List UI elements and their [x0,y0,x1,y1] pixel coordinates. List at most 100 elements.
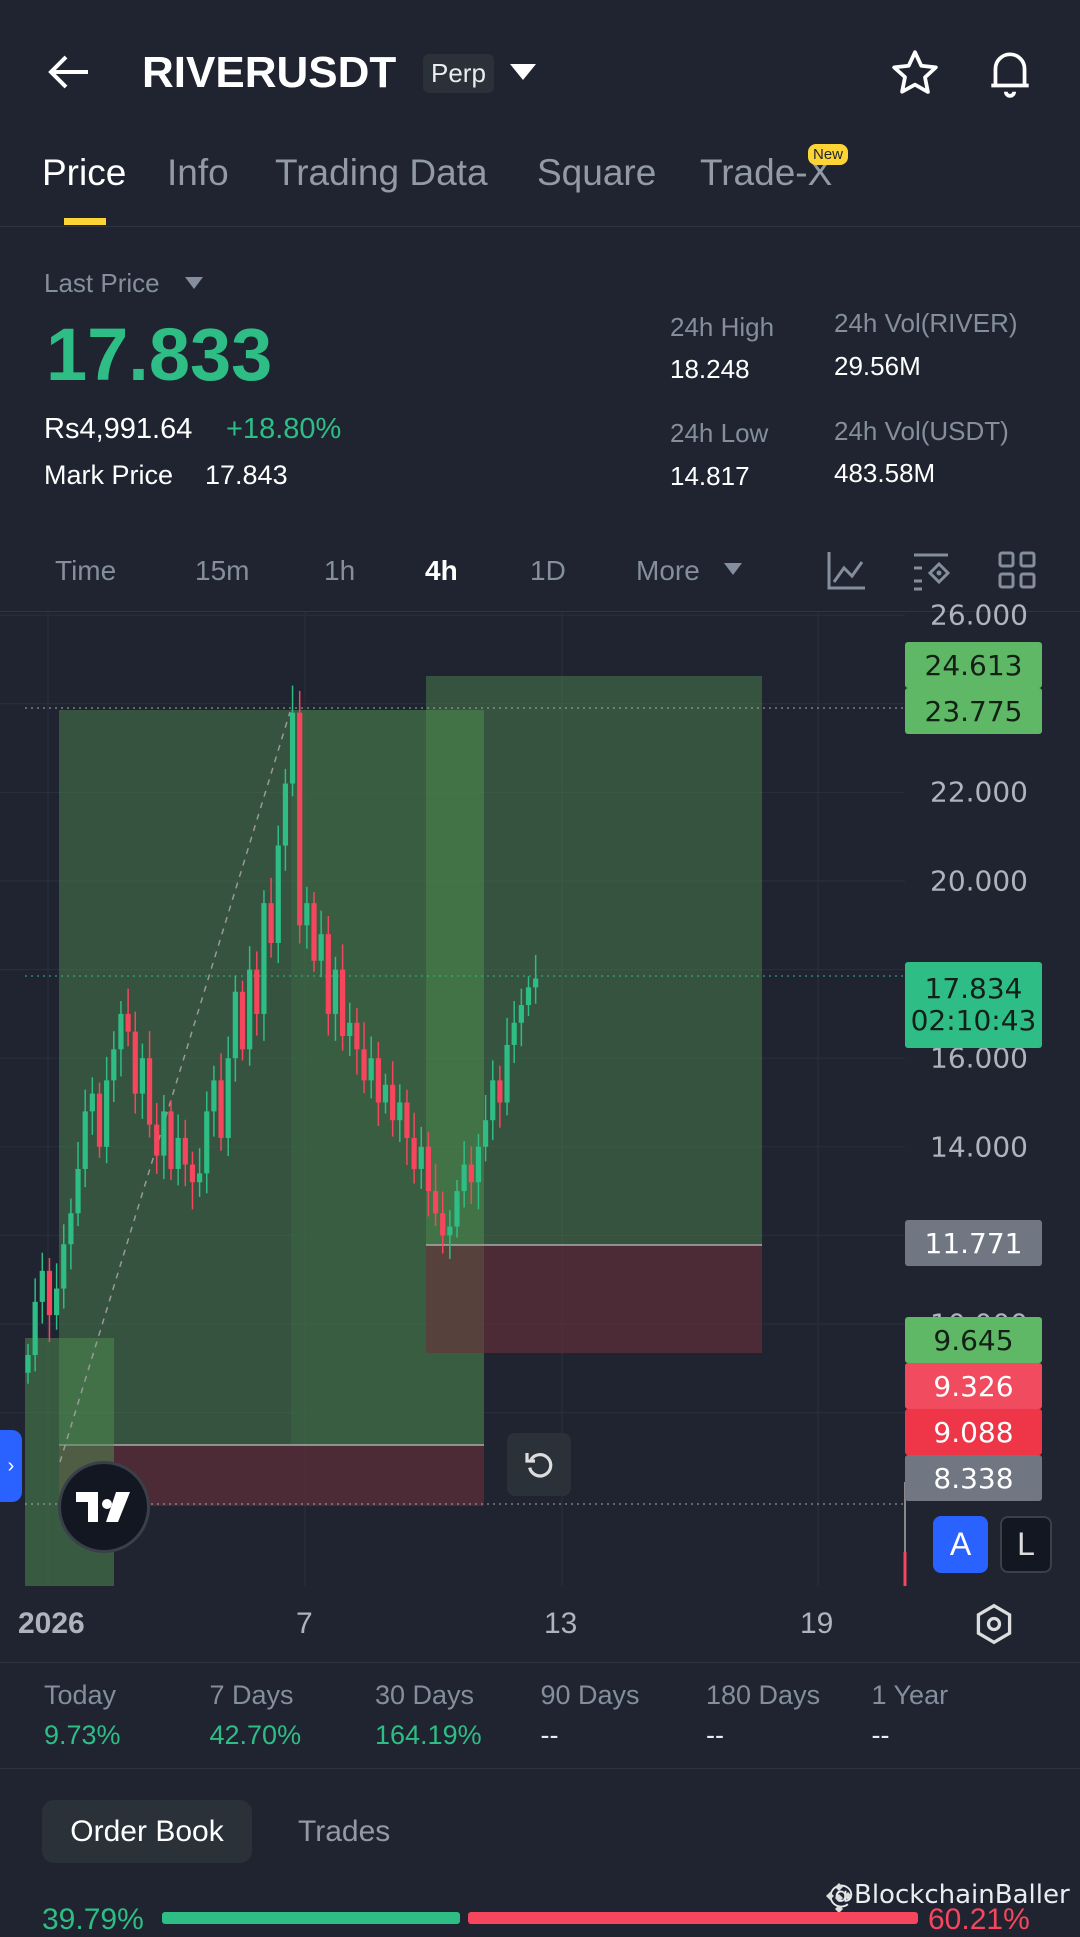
timeframe-15m[interactable]: 15m [195,555,249,587]
x-tick: 2026 [18,1607,85,1640]
candle-body [139,1058,145,1094]
performance-label: 1 Year [871,1680,949,1710]
timeframe-1h[interactable]: 1h [324,555,355,587]
symbol-dropdown-icon[interactable] [510,64,536,82]
ask-percentage: 60.21% [928,1903,1030,1936]
last-price-label[interactable]: Last Price [44,268,160,299]
candle-body [411,1137,417,1169]
candle-body [239,991,246,1050]
timeframe-4h[interactable]: 4h [425,555,458,587]
tradingview-logo [58,1461,150,1553]
favorite-star-icon[interactable] [890,48,940,98]
tab-trading-data[interactable]: Trading Data [275,152,488,194]
log-scale-button[interactable]: L [1000,1516,1052,1573]
candle-body [146,1058,153,1125]
candlestick-chart[interactable]: 26.00022.00020.00016.00014.00010.000 24.… [0,599,1080,1586]
price-type-dropdown-icon[interactable] [185,277,203,290]
low-label: 24h Low [670,418,769,448]
candle-body [96,1093,103,1147]
candle-body [332,969,339,1014]
bid-percentage: 39.79% [42,1903,144,1936]
timeframe-time[interactable]: Time [55,555,116,587]
tab-square[interactable]: Square [537,152,656,194]
high-label: 24h High [670,312,775,342]
candle-body [361,1049,367,1081]
candle-body [68,1213,74,1245]
candle-body [318,934,324,961]
candle-body [132,1031,138,1094]
candle-countdown: 02:10:43 [910,1004,1037,1037]
timeframe-1d[interactable]: 1D [530,555,566,587]
y-tick: 20.000 [930,864,1028,898]
candle-body [247,969,253,1050]
tab-info[interactable]: Info [167,152,229,194]
long-position-stop-zone-2[interactable] [426,1245,762,1353]
reset-chart-button[interactable] [507,1433,571,1496]
drawing-toolbar-toggle[interactable]: › [0,1430,22,1502]
performance-value: -- [706,1720,724,1750]
candle-body [204,1111,210,1174]
divider [0,1768,1080,1769]
candle [54,1263,60,1330]
new-badge: New [808,144,849,165]
candle-body [254,969,260,1014]
performance-label: 180 Days [706,1680,821,1710]
price-tag: 9.645 [905,1317,1042,1363]
tab-price[interactable]: Price [42,152,126,194]
last-price: 17.833 [46,313,273,396]
high-value: 18.248 [670,354,750,384]
candle-body [390,1084,396,1121]
performance-label: 30 Days [375,1680,475,1710]
indicator-chart-icon[interactable] [826,550,866,590]
timeframe-more[interactable]: More [636,555,700,587]
candle-body [168,1111,174,1169]
candle-body [447,1226,453,1236]
back-arrow-icon[interactable] [46,52,92,92]
candle-body [104,1080,110,1147]
candle [297,690,303,944]
candle-body [311,903,317,961]
candle-body [154,1124,160,1156]
candle-body [275,845,281,944]
candle-body [497,1080,503,1103]
divider [0,226,1080,227]
candle-body [111,1049,117,1081]
more-dropdown-icon[interactable] [724,563,742,576]
candle-body [182,1137,188,1165]
layout-grid-icon[interactable] [998,551,1036,589]
candle-body [432,1191,439,1214]
candle-body [511,1022,517,1045]
price-tag: 9.088 [905,1409,1042,1455]
performance-label: 90 Days [540,1680,640,1710]
tab-order-book[interactable]: Order Book [42,1800,252,1863]
candle-body [354,1022,360,1050]
candle-body [304,903,310,926]
vol-base-label: 24h Vol(RIVER) [834,308,1018,338]
performance-label: Today [44,1680,117,1710]
chart-settings-icon[interactable] [972,1602,1016,1646]
tab-trades[interactable]: Trades [298,1815,390,1849]
drawing-tools-icon[interactable] [910,552,952,592]
candle-body [375,1058,381,1103]
candle-body [475,1146,482,1183]
candle-body [325,934,331,1014]
candle-body [189,1164,196,1183]
performance-value: -- [540,1720,559,1750]
symbol-title[interactable]: RIVERUSDT [142,48,396,98]
price-tag: 23.775 [905,688,1042,734]
alert-bell-icon[interactable] [985,46,1035,100]
candle-body [340,969,346,1037]
candle-body [161,1111,167,1156]
candle-body [461,1164,467,1192]
candle-body [25,1355,31,1373]
price-tag: 11.771 [905,1220,1042,1266]
candle-body [197,1173,203,1183]
price-tag: 8.338 [905,1455,1042,1501]
candle [39,1252,45,1324]
y-tick: 22.000 [930,775,1028,809]
candle-body [89,1093,95,1112]
mark-price-label: Mark Price [44,460,174,490]
contract-type-badge: Perp [423,54,494,93]
price-tag: 9.326 [905,1363,1042,1409]
auto-scale-button[interactable]: A [933,1516,988,1573]
